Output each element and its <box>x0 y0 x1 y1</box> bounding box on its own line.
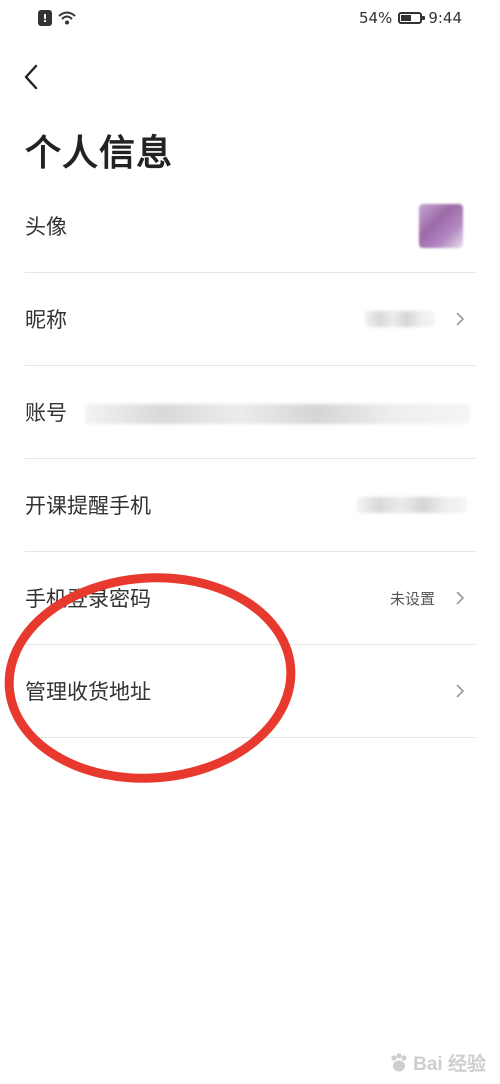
phone-value-blurred <box>357 497 467 513</box>
row-right-login-password: 未设置 <box>390 552 467 644</box>
row-login-password[interactable]: 手机登录密码 未设置 <box>25 552 475 645</box>
row-nickname[interactable]: 昵称 <box>25 273 475 366</box>
row-label-avatar: 头像 <box>25 215 67 239</box>
row-right-nickname <box>365 273 467 365</box>
battery-fill <box>401 15 412 21</box>
row-manage-address[interactable]: 管理收货地址 <box>25 645 475 738</box>
battery-icon <box>398 12 426 24</box>
paw-logo-icon <box>391 1052 407 1071</box>
nickname-value-blurred <box>365 311 435 327</box>
watermark-text: Bai 经验 <box>413 1054 486 1075</box>
row-avatar[interactable]: 头像 <box>25 180 475 273</box>
row-account[interactable]: 账号 <box>25 366 475 459</box>
row-label-account: 账号 <box>25 401 67 425</box>
avatar <box>419 204 463 248</box>
back-button[interactable] <box>14 58 48 96</box>
status-left: ! <box>38 10 76 26</box>
page-title: 个人信息 <box>25 133 174 174</box>
chevron-right-icon <box>453 312 467 326</box>
row-label-login-password: 手机登录密码 <box>25 587 151 611</box>
row-label-nickname: 昵称 <box>25 308 67 332</box>
battery-percent: 54% <box>358 9 393 27</box>
watermark: Bai 经验 <box>388 1049 486 1076</box>
chevron-left-icon <box>24 64 38 90</box>
profile-info-list: 头像 昵称 账号 开课提醒手机 手机登录密码 未设置 管理收货地址 <box>25 180 475 738</box>
alert-icon: ! <box>38 10 52 26</box>
chevron-right-icon <box>453 684 467 698</box>
chevron-right-icon <box>453 591 467 605</box>
row-right-avatar <box>419 180 463 272</box>
status-time: 9:44 <box>428 9 462 27</box>
status-right: 54% 9:44 <box>359 9 462 27</box>
row-label-reminder-phone: 开课提醒手机 <box>25 494 151 518</box>
row-right-manage-address <box>453 645 467 737</box>
row-reminder-phone[interactable]: 开课提醒手机 <box>25 459 475 552</box>
account-value-blurred <box>85 404 470 424</box>
row-right-reminder-phone <box>357 459 467 551</box>
status-bar: ! 54% 9:44 <box>0 0 500 38</box>
password-status: 未设置 <box>389 589 435 608</box>
row-label-manage-address: 管理收货地址 <box>25 680 151 704</box>
wifi-icon <box>58 11 76 25</box>
